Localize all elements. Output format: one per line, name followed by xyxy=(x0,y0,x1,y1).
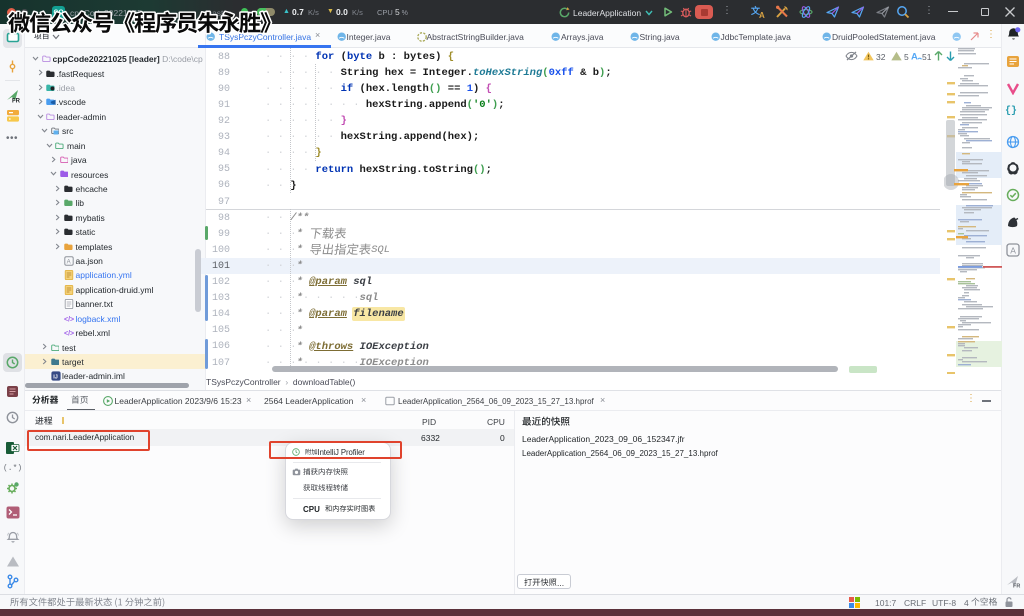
svg-text:A: A xyxy=(67,260,71,266)
svg-text:</>: </> xyxy=(64,331,74,338)
svg-text:A: A xyxy=(759,11,765,19)
svg-text:FR: FR xyxy=(12,99,21,104)
svg-text:IJ: IJ xyxy=(53,375,58,381)
svg-text:A: A xyxy=(1010,246,1016,256)
svg-text:</>: </> xyxy=(64,316,74,323)
svg-text:A: A xyxy=(911,52,918,63)
svg-text:FR: FR xyxy=(1013,584,1020,589)
